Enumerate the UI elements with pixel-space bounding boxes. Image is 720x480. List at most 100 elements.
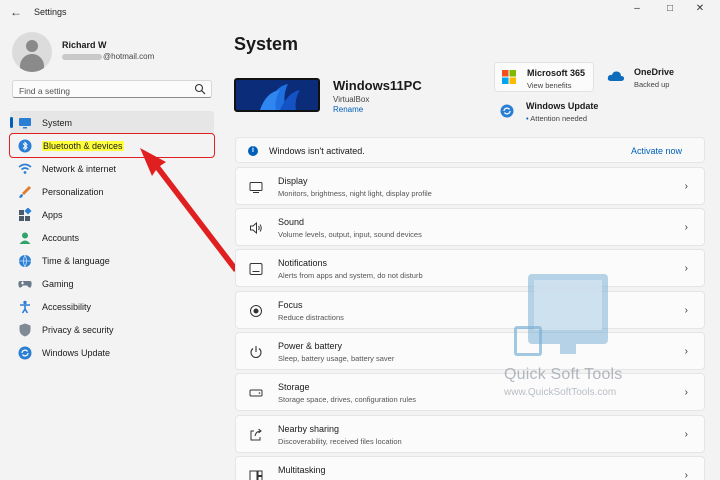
sidebar-item-label: System bbox=[42, 117, 73, 128]
sidebar-item-label: Accounts bbox=[42, 232, 80, 243]
sidebar-item-label: Bluetooth & devices bbox=[42, 140, 124, 151]
setting-description: Sleep, battery usage, battery saver bbox=[278, 354, 395, 363]
setting-nearby-sharing[interactable]: Nearby sharing Discoverability, received… bbox=[235, 415, 705, 453]
setting-description: Volume levels, output, input, sound devi… bbox=[278, 230, 422, 239]
notification-icon bbox=[249, 263, 263, 275]
person-icon bbox=[18, 231, 32, 245]
sidebar-item-label: Personalization bbox=[42, 186, 104, 197]
onedrive-subtitle: Backed up bbox=[634, 80, 670, 89]
windows-bloom-image bbox=[236, 80, 318, 110]
avatar[interactable] bbox=[12, 32, 52, 72]
activation-banner: i Windows isn't activated. Activate now bbox=[235, 137, 705, 163]
page-title: System bbox=[234, 34, 299, 54]
windows-update-status: • Attention needed bbox=[526, 114, 588, 123]
chevron-right-icon: › bbox=[684, 346, 688, 357]
windows-update-title: Windows Update bbox=[526, 101, 599, 111]
setting-title: Sound bbox=[278, 217, 305, 227]
setting-title: Multitasking bbox=[278, 465, 326, 475]
back-arrow-icon[interactable]: ← bbox=[10, 5, 24, 19]
bluetooth-icon bbox=[18, 139, 32, 153]
close-button[interactable]: ✕ bbox=[685, 2, 715, 16]
cloud-icon bbox=[607, 71, 625, 81]
search-icon bbox=[194, 83, 206, 95]
search-box[interactable] bbox=[12, 80, 212, 99]
microsoft-365-subtitle: View benefits bbox=[527, 81, 572, 90]
setting-description: Monitors, brightness, night light, displ… bbox=[278, 189, 432, 198]
sidebar-item-label: Network & internet bbox=[42, 163, 117, 174]
rename-link[interactable]: Rename bbox=[333, 105, 363, 114]
setting-description: Discoverability, received files location bbox=[278, 437, 402, 446]
share-icon bbox=[250, 428, 262, 441]
sidebar-item-label: Privacy & security bbox=[42, 324, 114, 335]
setting-title: Nearby sharing bbox=[278, 424, 340, 434]
setting-storage[interactable]: Storage Storage space, drives, configura… bbox=[235, 373, 705, 411]
setting-sound[interactable]: Sound Volume levels, output, input, soun… bbox=[235, 208, 705, 246]
sidebar-item-label: Gaming bbox=[42, 278, 74, 289]
setting-title: Focus bbox=[278, 300, 303, 310]
setting-title: Storage bbox=[278, 382, 310, 392]
chevron-right-icon: › bbox=[684, 181, 688, 192]
microsoft-365-tile[interactable]: Microsoft 365 View benefits bbox=[494, 62, 594, 92]
setting-notifications[interactable]: Notifications Alerts from apps and syste… bbox=[235, 249, 705, 287]
chevron-right-icon: › bbox=[684, 305, 688, 316]
device-name: Windows11PC bbox=[333, 78, 422, 93]
microsoft-logo-icon bbox=[502, 70, 516, 84]
redacted-email-mask bbox=[62, 53, 102, 60]
chevron-right-icon: › bbox=[684, 387, 688, 398]
sidebar-item-windows-update[interactable]: Windows Update bbox=[10, 341, 214, 364]
setting-display[interactable]: Display Monitors, brightness, night ligh… bbox=[235, 167, 705, 205]
setting-description: Storage space, drives, configuration rul… bbox=[278, 395, 416, 404]
maximize-button[interactable]: □ bbox=[655, 2, 685, 16]
settings-window: ← Settings – □ ✕ Richard W @hotmail.com … bbox=[0, 0, 720, 480]
app-title: Settings bbox=[34, 7, 67, 17]
chevron-right-icon: › bbox=[684, 263, 688, 274]
device-model: VirtualBox bbox=[333, 95, 370, 104]
windows-update-tile[interactable]: Windows Update • Attention needed bbox=[494, 98, 624, 126]
wifi-icon bbox=[18, 162, 32, 176]
power-icon bbox=[250, 346, 262, 359]
multitasking-icon bbox=[249, 470, 263, 480]
onedrive-tile[interactable]: OneDrive Backed up bbox=[604, 62, 704, 92]
chevron-right-icon: › bbox=[684, 429, 688, 440]
monitor-icon bbox=[18, 116, 32, 130]
display-icon bbox=[249, 182, 263, 193]
focus-icon bbox=[250, 305, 262, 317]
chevron-right-icon: › bbox=[684, 470, 688, 480]
update-icon bbox=[500, 104, 514, 118]
sidebar-item-system[interactable]: System bbox=[10, 111, 214, 134]
annotation-arrow bbox=[140, 148, 238, 272]
minimize-button[interactable]: – bbox=[622, 2, 652, 16]
onedrive-title: OneDrive bbox=[634, 67, 675, 77]
profile-email: @hotmail.com bbox=[62, 52, 154, 61]
accessibility-icon bbox=[18, 300, 32, 314]
setting-focus[interactable]: Focus Reduce distractions › bbox=[235, 291, 705, 329]
storage-drive-icon bbox=[249, 389, 263, 397]
search-input[interactable] bbox=[13, 83, 183, 99]
setting-multitasking[interactable]: Multitasking › bbox=[235, 456, 705, 480]
device-wallpaper-thumbnail bbox=[234, 78, 320, 112]
sidebar-item-label: Apps bbox=[42, 209, 63, 220]
shield-icon bbox=[18, 323, 32, 337]
paintbrush-icon bbox=[18, 185, 32, 199]
sidebar-item-label: Accessibility bbox=[42, 301, 92, 312]
setting-title: Notifications bbox=[278, 258, 328, 268]
profile-name: Richard W bbox=[62, 40, 107, 50]
globe-clock-icon bbox=[18, 254, 32, 268]
gamepad-icon bbox=[18, 277, 32, 291]
setting-title: Power & battery bbox=[278, 341, 343, 351]
setting-power-battery[interactable]: Power & battery Sleep, battery usage, ba… bbox=[235, 332, 705, 370]
sidebar-item-privacy[interactable]: Privacy & security bbox=[10, 318, 214, 341]
microsoft-365-title: Microsoft 365 bbox=[527, 68, 586, 78]
activation-message: Windows isn't activated. bbox=[269, 146, 365, 156]
setting-description: Alerts from apps and system, do not dist… bbox=[278, 271, 423, 280]
activate-now-link[interactable]: Activate now bbox=[631, 146, 682, 156]
update-icon bbox=[18, 346, 32, 360]
title-bar: ← Settings – □ ✕ bbox=[0, 0, 720, 26]
chevron-right-icon: › bbox=[684, 222, 688, 233]
apps-icon bbox=[18, 207, 32, 222]
info-icon: i bbox=[248, 146, 258, 156]
sidebar-item-label: Time & language bbox=[42, 255, 110, 266]
sidebar-item-label: Windows Update bbox=[42, 347, 111, 358]
speaker-icon bbox=[250, 221, 262, 235]
sidebar-item-accessibility[interactable]: Accessibility bbox=[10, 295, 214, 318]
